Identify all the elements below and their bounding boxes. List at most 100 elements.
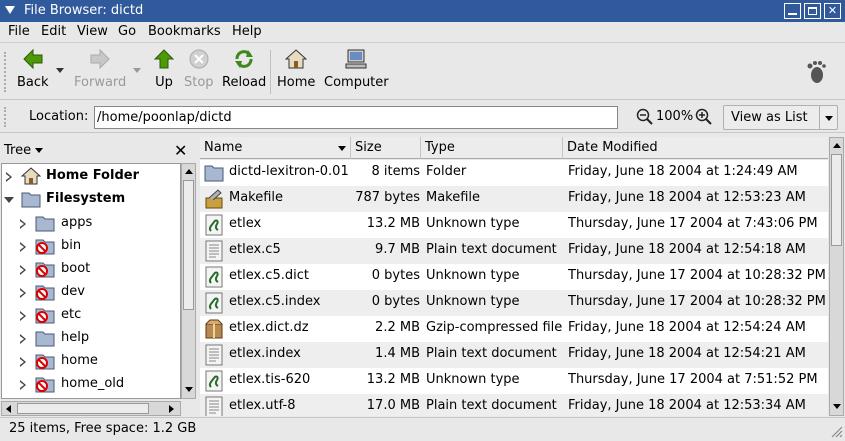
file-type: Makefile [426,190,481,205]
file-row[interactable]: etlex.dict.dz 2.2 MB Gzip-compressed file F… [200,316,828,342]
tree-node-help[interactable]: help [2,328,180,350]
zoom-in-icon[interactable] [695,108,713,126]
file-name: etlex.dict.dz [229,320,309,335]
title-bar: File Browser: dictd ✕ [0,0,845,22]
file-date-modified: Thursday, June 17 2004 at 7:43:06 PM [568,216,818,231]
scrollbar-thumb[interactable] [183,180,194,310]
file-list-vertical-scrollbar[interactable] [829,137,844,416]
text-file-icon [205,344,223,366]
menu-help[interactable]: Help [232,24,262,39]
close-side-pane-icon[interactable]: ✕ [174,141,187,160]
scrollbar-thumb[interactable] [831,154,842,246]
stop-button[interactable]: Stop [184,48,214,90]
scroll-down-icon[interactable] [833,404,841,409]
file-row[interactable]: etlex.c5.dict 0 bytes Unknown type Thursday… [200,264,828,290]
tree-node-dev[interactable]: dev [2,282,180,304]
side-pane-header: Tree ✕ [0,139,197,163]
window-menu-icon[interactable] [5,6,15,14]
file-date-modified: Thursday, June 17 2004 at 7:51:52 PM [568,372,818,387]
tree-node-filesystem[interactable]: Filesystem [2,189,180,211]
file-row[interactable]: etlex 13.2 MB Unknown type Thursday, June 1… [200,212,828,238]
column-header-type[interactable]: Type [421,137,563,159]
menu-edit[interactable]: Edit [41,24,66,39]
scroll-left-icon[interactable] [6,405,11,413]
scroll-down-icon[interactable] [185,387,193,392]
location-input[interactable] [94,106,618,129]
file-row[interactable]: etlex.index 1.4 MB Plain text document Frid… [200,342,828,368]
tree-node-etc[interactable]: etc [2,305,180,327]
sort-descending-icon [338,146,346,151]
tree-view[interactable]: Home Folder Filesystem apps bin boot dev [1,163,181,399]
scroll-right-icon[interactable] [169,405,174,413]
location-bar-grip[interactable] [4,107,6,127]
file-row[interactable]: etlex.utf-8 17.0 MB Plain text document Fri… [200,394,828,416]
expander-icon[interactable] [20,334,26,344]
file-row[interactable]: etlex.c5 9.7 MB Plain text document Friday,… [200,238,828,264]
file-size: 787 bytes [355,190,420,205]
scroll-up-icon[interactable] [185,169,193,174]
expander-icon[interactable] [20,265,26,275]
up-button[interactable]: Up [153,48,175,90]
scroll-up-icon[interactable] [833,143,841,148]
file-type: Unknown type [426,372,520,387]
location-label: Location: [29,109,89,124]
tree-node-apps[interactable]: apps [2,213,180,235]
file-name: etlex.index [229,346,301,361]
file-size: 0 bytes [371,294,420,309]
expander-icon[interactable] [20,219,26,229]
column-header-date-modified[interactable]: Date Modified [563,137,828,159]
reload-button[interactable]: Reload [222,48,266,90]
forward-button[interactable]: Forward [74,48,126,90]
expander-icon[interactable] [20,288,26,298]
expander-icon[interactable] [20,242,26,252]
column-header-size[interactable]: Size [351,137,421,159]
file-row[interactable]: etlex.tis-620 13.2 MB Unknown type Thursday… [200,368,828,394]
menu-file[interactable]: File [8,24,30,39]
toolbar-grip[interactable] [4,52,6,92]
file-name: Makefile [229,190,284,205]
file-date-modified: Friday, June 18 2004 at 1:24:49 AM [568,164,798,179]
close-button[interactable]: ✕ [824,3,841,19]
file-size: 1.4 MB [375,346,420,361]
minimize-button[interactable] [784,3,801,19]
tree-node-boot[interactable]: boot [2,259,180,281]
maximize-icon [808,7,817,15]
expander-icon[interactable] [20,311,26,321]
tree-vertical-scrollbar[interactable] [181,163,196,399]
computer-button[interactable]: Computer [324,48,389,90]
file-date-modified: Friday, June 18 2004 at 12:53:23 AM [568,190,806,205]
file-row[interactable]: dictd-lexitron-0.01 8 items Folder Friday, … [200,160,828,186]
tree-horizontal-scrollbar[interactable] [1,401,181,416]
unknown-file-icon [205,266,223,288]
zoom-out-icon[interactable] [636,108,654,126]
scrollbar-thumb[interactable] [17,403,149,414]
resize-grip-icon[interactable] [829,424,843,438]
expander-icon[interactable] [20,380,26,390]
tree-node-home[interactable]: home [2,351,180,373]
zoom-level[interactable]: 100% [656,109,693,124]
file-list[interactable]: dictd-lexitron-0.01 8 items Folder Friday, … [200,160,828,416]
back-button[interactable]: Back [17,48,49,90]
file-date-modified: Friday, June 18 2004 at 12:53:34 AM [568,398,806,413]
maximize-button[interactable] [804,3,821,19]
expander-icon[interactable] [6,172,12,182]
file-type: Plain text document [426,398,557,413]
forward-history-dropdown-icon[interactable] [133,68,141,73]
menu-view[interactable]: View [77,24,108,39]
expander-icon[interactable] [20,357,26,367]
tree-node-home-old[interactable]: home_old [2,374,180,396]
tree-node-home-folder[interactable]: Home Folder [2,166,180,188]
menu-go[interactable]: Go [118,24,136,39]
file-row[interactable]: etlex.c5.index 0 bytes Unknown type Thursda… [200,290,828,316]
folder-icon [35,216,55,232]
back-history-dropdown-icon[interactable] [56,68,64,73]
file-name: etlex.c5.index [229,294,321,309]
view-as-dropdown[interactable]: View as List [723,105,838,130]
column-header-name[interactable]: Name [200,137,351,159]
expander-icon[interactable] [4,197,14,203]
home-button[interactable]: Home [277,48,315,90]
file-row[interactable]: Makefile 787 bytes Makefile Friday, June 18… [200,186,828,212]
side-pane-selector[interactable]: Tree [4,143,44,158]
tree-node-bin[interactable]: bin [2,236,180,258]
menu-bookmarks[interactable]: Bookmarks [148,24,221,39]
